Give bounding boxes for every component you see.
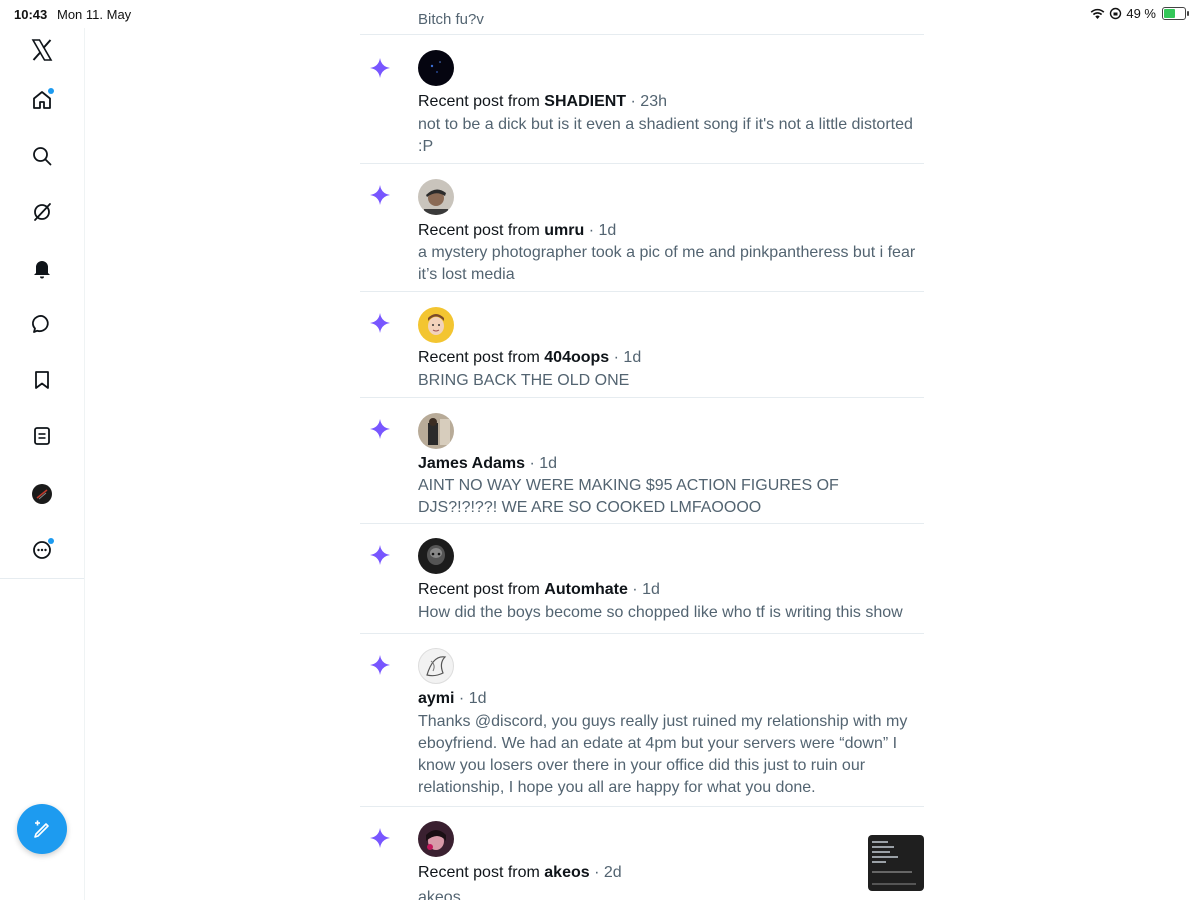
wifi-icon <box>1090 8 1105 19</box>
x-logo-icon[interactable] <box>28 36 56 64</box>
post-text: Thanks @discord, you guys really just ru… <box>418 713 908 796</box>
post-text: akeos <box>418 889 461 900</box>
author-name[interactable]: SHADIENT <box>544 93 626 110</box>
post-time: · 1d <box>529 455 558 472</box>
sparkle-icon <box>370 545 390 565</box>
meta-prefix: Recent post from <box>418 93 545 110</box>
status-date: Mon 11. May <box>57 7 132 22</box>
status-time: 10:43 <box>14 7 48 22</box>
search-icon[interactable] <box>28 142 56 170</box>
post-meta: aymi · 1d <box>418 690 487 708</box>
sparkle-icon <box>370 419 390 439</box>
post-time: · 23h <box>630 93 667 110</box>
avatar[interactable] <box>418 179 454 215</box>
post-text: AINT NO WAY WERE MAKING $95 ACTION FIGUR… <box>418 477 839 516</box>
bookmarks-icon[interactable] <box>28 366 56 394</box>
post-meta: Recent post from 404oops · 1d <box>418 349 641 367</box>
post-time: · 1d <box>458 690 487 707</box>
sparkle-icon <box>370 655 390 675</box>
more-icon[interactable] <box>28 536 56 564</box>
compose-post-button[interactable] <box>17 804 67 854</box>
post-meta: Recent post from akeos · 2d <box>418 864 622 882</box>
grok-icon[interactable] <box>28 198 56 226</box>
meta-prefix: Recent post from <box>418 864 545 881</box>
post-time: · 2d <box>594 864 622 881</box>
post-meta: Recent post from Automhate · 1d <box>418 581 660 599</box>
post-meta: James Adams · 1d <box>418 455 557 473</box>
orientation-lock-icon <box>1110 7 1122 20</box>
author-name[interactable]: akeos <box>544 864 589 881</box>
sparkle-icon <box>370 313 390 333</box>
compose-post-icon <box>34 820 49 838</box>
author-name[interactable]: umru <box>544 222 584 239</box>
notification-feed: Bitch fu?v Recent post from SHADIENT · 2… <box>360 0 924 900</box>
battery-percent: 49 % <box>1126 6 1156 21</box>
sparkle-icon <box>370 185 390 205</box>
feed-item-shadient[interactable]: Recent post from SHADIENT · 23h not to b… <box>360 35 924 163</box>
author-name[interactable]: 404oops <box>544 349 609 366</box>
feed-item-automhate[interactable]: Recent post from Automhate · 1d How did … <box>360 524 924 633</box>
feed-item-umru[interactable]: Recent post from umru · 1d a mystery pho… <box>360 164 924 291</box>
more-notification-dot <box>48 538 54 544</box>
post-text: How did the boys become so chopped like … <box>418 604 903 621</box>
feed-item-james-adams[interactable]: James Adams · 1d AINT NO WAY WERE MAKING… <box>360 398 924 523</box>
avatar[interactable] <box>418 648 454 684</box>
post-meta: Recent post from SHADIENT · 23h <box>418 93 667 111</box>
battery-icon <box>1162 7 1189 20</box>
avatar[interactable] <box>418 821 454 857</box>
author-name[interactable]: aymi <box>418 690 454 707</box>
partial-post-text: Bitch fu?v <box>418 11 484 24</box>
post-time: · 1d <box>588 222 617 239</box>
feed-item-akeos[interactable]: Recent post from akeos · 2d akeos <box>360 807 924 900</box>
messages-icon[interactable] <box>28 310 56 338</box>
feed-item-404oops[interactable]: Recent post from 404oops · 1d BRING BACK… <box>360 292 924 397</box>
meta-prefix: Recent post from <box>418 581 545 598</box>
author-name[interactable]: James Adams <box>418 455 525 472</box>
meta-prefix: Recent post from <box>418 222 545 239</box>
meta-prefix: Recent post from <box>418 349 545 366</box>
sparkle-icon <box>370 58 390 78</box>
post-media-thumbnail[interactable] <box>868 835 924 891</box>
post-text: not to be a dick but is it even a shadie… <box>418 116 913 155</box>
home-icon[interactable] <box>28 86 56 114</box>
profile-avatar[interactable] <box>28 480 56 508</box>
avatar[interactable] <box>418 307 454 343</box>
post-time: · 1d <box>632 581 660 598</box>
sparkle-icon <box>370 828 390 848</box>
post-time: · 1d <box>613 349 642 366</box>
post-meta: Recent post from umru · 1d <box>418 222 616 240</box>
avatar[interactable] <box>418 538 454 574</box>
sidebar-divider <box>84 28 85 900</box>
notifications-icon[interactable] <box>28 254 56 282</box>
home-notification-dot <box>48 88 54 94</box>
feed-item-aymi[interactable]: aymi · 1d Thanks @discord, you guys real… <box>360 634 924 806</box>
avatar[interactable] <box>418 413 454 449</box>
status-indicators: 49 % <box>1090 6 1189 21</box>
author-name[interactable]: Automhate <box>544 581 628 598</box>
lists-icon[interactable] <box>28 422 56 450</box>
avatar[interactable] <box>418 50 454 86</box>
post-text: a mystery photographer took a pic of me … <box>418 244 916 283</box>
post-text: BRING BACK THE OLD ONE <box>418 372 630 389</box>
